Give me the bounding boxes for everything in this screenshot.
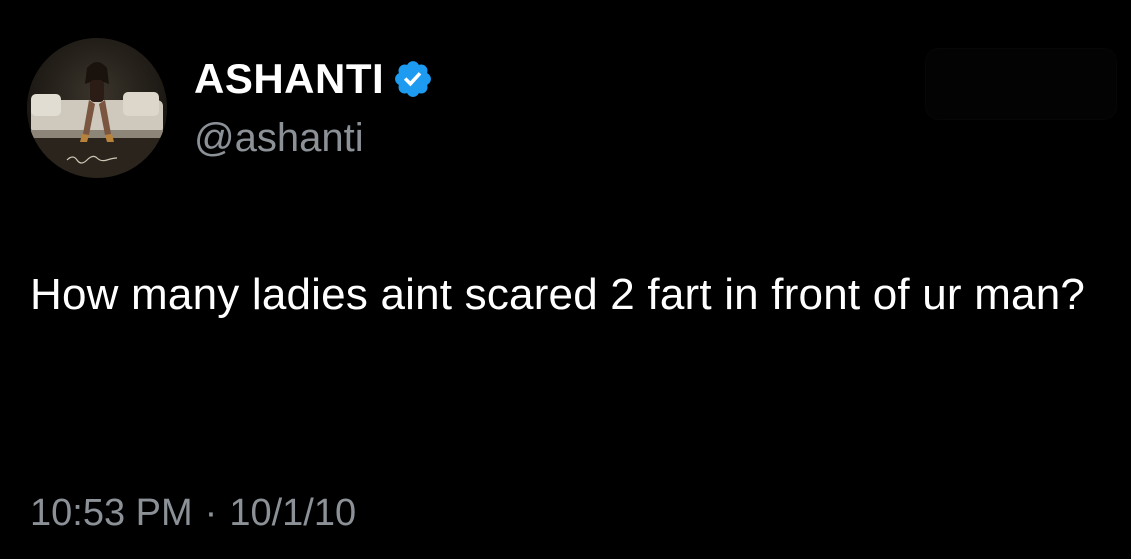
follow-button-ghost [925, 48, 1117, 120]
tweet-time: 10:53 PM [30, 492, 193, 534]
author-name-row: ASHANTI [194, 52, 434, 106]
meta-separator: · [204, 492, 218, 534]
avatar[interactable] [27, 38, 167, 178]
profile-photo-icon [27, 38, 167, 178]
verified-badge-icon [392, 58, 434, 100]
tweet-timestamp[interactable]: 10:53 PM · 10/1/10 [30, 488, 356, 538]
author-handle[interactable]: @ashanti [194, 113, 364, 163]
tweet-date: 10/1/10 [229, 492, 357, 534]
display-name[interactable]: ASHANTI [194, 52, 384, 106]
tweet-card: ASHANTI @ashanti How many ladies aint sc… [0, 0, 1131, 559]
tweet-text: How many ladies aint scared 2 fart in fr… [30, 270, 1086, 319]
